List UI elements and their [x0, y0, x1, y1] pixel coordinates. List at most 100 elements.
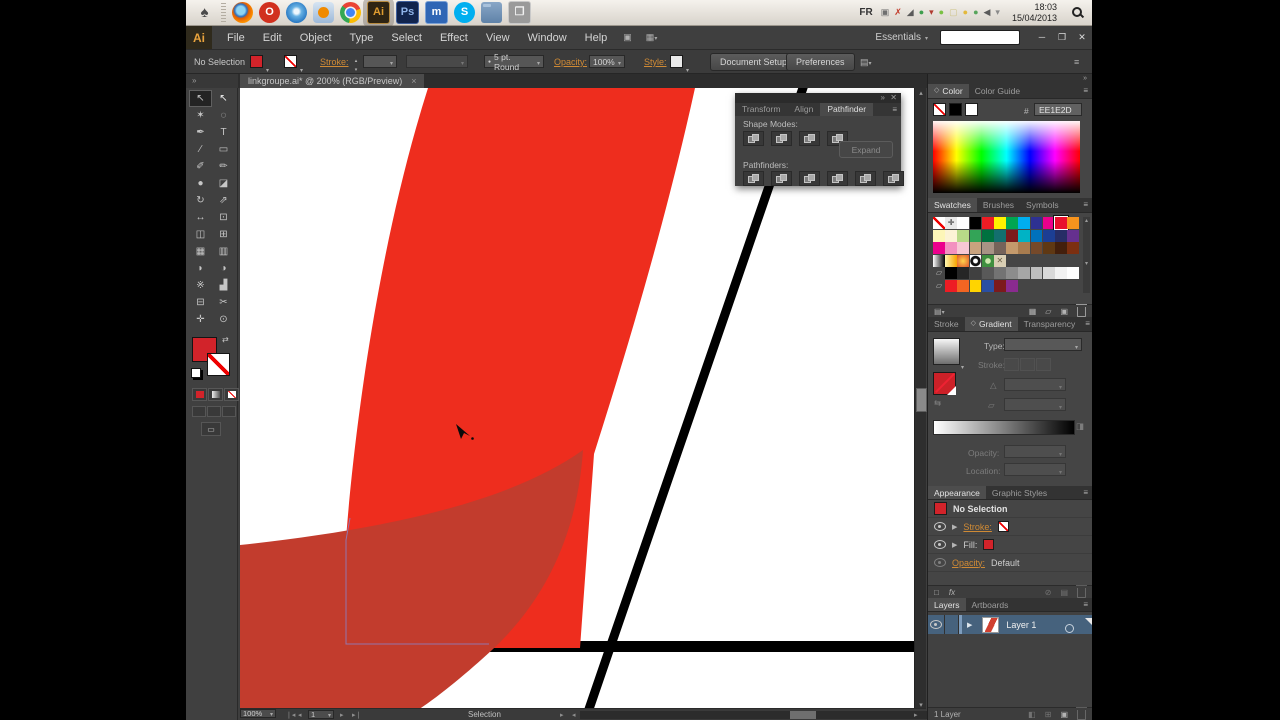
next-artboard-icon[interactable]: ▸	[340, 711, 344, 719]
panel-menu-icon[interactable]: ≡	[1081, 317, 1094, 331]
rotate-tool[interactable]: ↻	[189, 192, 212, 209]
swatch[interactable]	[957, 229, 970, 242]
swatch[interactable]	[957, 279, 970, 292]
minus-front-button[interactable]	[771, 131, 792, 146]
minimize-button[interactable]: ─	[1032, 26, 1052, 49]
swatch[interactable]	[1018, 217, 1031, 229]
swatch[interactable]	[957, 242, 970, 255]
swatch[interactable]	[1030, 217, 1043, 229]
document-setup-button[interactable]: Document Setup	[710, 53, 798, 71]
layer-thumbnail[interactable]	[982, 616, 1000, 633]
safari-icon[interactable]	[286, 2, 307, 23]
restore-button[interactable]: ❐	[1052, 26, 1072, 49]
zoom-tool[interactable]: ⊙	[212, 311, 235, 328]
swatch[interactable]	[969, 267, 982, 280]
expand-row-icon[interactable]: ▶	[952, 541, 957, 549]
menu-item-select[interactable]: Select	[382, 32, 431, 44]
outline-button[interactable]	[855, 171, 876, 186]
stroke-none-swatch[interactable]	[997, 521, 1009, 532]
layer-name[interactable]: Layer 1	[1006, 620, 1036, 630]
swatch[interactable]	[981, 267, 994, 280]
eyedropper-tool[interactable]: ◗	[189, 260, 212, 277]
swatch[interactable]	[945, 242, 958, 255]
duplicate-item-icon[interactable]: ▤	[1060, 588, 1068, 597]
dock-collapse-strip[interactable]: »	[928, 74, 1092, 84]
hex-value-field[interactable]: EE1E2D	[1034, 103, 1082, 116]
gradient-tool[interactable]: ▥	[212, 243, 235, 260]
swatch-gradient[interactable]	[969, 254, 982, 267]
line-segment-tool[interactable]: ∕	[189, 141, 212, 158]
chat-tray-icon[interactable]: ●	[973, 8, 978, 17]
swatch[interactable]	[981, 229, 994, 242]
eraser-tool[interactable]: ◪	[212, 175, 235, 192]
swatch-pattern[interactable]	[981, 254, 994, 267]
appearance-fill-label[interactable]: Fill:	[963, 540, 977, 550]
tab-stroke[interactable]: Stroke	[928, 317, 965, 331]
swatch[interactable]	[1018, 267, 1031, 280]
volume-tray-icon[interactable]: ◀	[984, 8, 991, 17]
photoshop-icon[interactable]: Ps	[396, 1, 419, 24]
swatches-scrollbar[interactable]: ▴ ▾	[1083, 217, 1090, 293]
fill-color-swatch[interactable]	[250, 55, 263, 68]
swatch[interactable]	[1067, 229, 1079, 242]
canvas-horizontal-scrollbar[interactable]	[580, 711, 958, 719]
artboard-tool[interactable]: ⊟	[189, 294, 212, 311]
new-sublayer-icon[interactable]: ⊞	[1045, 710, 1052, 719]
width-tool[interactable]: ↔	[189, 209, 212, 226]
tray-expand-icon[interactable]: ▾	[995, 8, 1000, 17]
swatch[interactable]	[1018, 242, 1031, 255]
delete-layer-icon[interactable]	[1076, 706, 1087, 720]
arrange-documents-icon[interactable]: ▦	[646, 32, 658, 43]
status-indicator[interactable]: Selection	[468, 710, 501, 719]
swatch-group-folder[interactable]: ▱	[933, 267, 945, 279]
swatch[interactable]	[945, 267, 958, 280]
panel-menu-icon[interactable]: ≡	[1079, 486, 1092, 499]
app-logo[interactable]: Ai	[186, 26, 212, 49]
swatch[interactable]	[957, 217, 970, 229]
swatch[interactable]	[993, 267, 1006, 280]
swatch-gradient[interactable]	[945, 254, 958, 267]
tab-pathfinder[interactable]: Pathfinder	[820, 103, 874, 116]
none-mode-button[interactable]	[224, 388, 239, 401]
delete-item-icon[interactable]	[1076, 584, 1087, 598]
color-spectrum[interactable]	[933, 121, 1080, 193]
slice-tool[interactable]: ✂	[212, 294, 235, 311]
screen-mode-button[interactable]: ▭	[201, 422, 221, 436]
swatch-gradient[interactable]	[957, 254, 970, 267]
stroke-weight-stepper[interactable]	[352, 55, 360, 73]
paintbrush-tool[interactable]: ✐	[189, 158, 212, 175]
notes-tray-icon[interactable]: ▢	[949, 8, 958, 17]
tab-symbols[interactable]: Symbols	[1020, 198, 1065, 212]
opacity-panel-link[interactable]: Opacity:	[554, 57, 587, 67]
visibility-eye-icon[interactable]	[934, 558, 946, 567]
menu-item-file[interactable]: File	[218, 32, 254, 44]
divide-button[interactable]	[743, 171, 764, 186]
opera-icon[interactable]: O	[259, 2, 280, 23]
workspace-switcher[interactable]: Essentials	[875, 32, 928, 43]
tab-color-guide[interactable]: Color Guide	[969, 84, 1026, 98]
stroke-panel-link[interactable]: Stroke:	[320, 57, 349, 67]
swatch[interactable]	[1054, 267, 1067, 280]
swatch[interactable]	[1018, 229, 1031, 242]
tab-graphic-styles[interactable]: Graphic Styles	[986, 486, 1053, 499]
swatch[interactable]	[1042, 217, 1055, 229]
swatch[interactable]	[993, 279, 1006, 292]
swatch[interactable]	[1042, 267, 1055, 280]
swatch[interactable]	[1030, 229, 1043, 242]
first-artboard-icon[interactable]: ❘◂	[286, 711, 295, 719]
swatch-pattern[interactable]: ✕	[993, 254, 1006, 267]
draw-inside-button[interactable]	[222, 406, 236, 417]
style-panel-link[interactable]: Style:	[644, 57, 667, 67]
gradient-opacity-field[interactable]	[1004, 445, 1066, 458]
new-stroke-icon[interactable]: □	[934, 588, 939, 597]
swatch[interactable]	[933, 229, 945, 242]
swatch[interactable]	[1067, 217, 1079, 229]
gradient-slider[interactable]	[933, 420, 1075, 435]
white-swatch[interactable]	[965, 103, 978, 116]
preferences-button[interactable]: Preferences	[786, 53, 855, 71]
media-player-icon[interactable]	[313, 2, 334, 23]
artboard-number-field[interactable]: 1	[308, 710, 334, 719]
magic-wand-tool[interactable]: ✶	[189, 107, 212, 124]
perspective-grid-tool[interactable]: ⊞	[212, 226, 235, 243]
swatch-gradient[interactable]	[933, 254, 945, 267]
